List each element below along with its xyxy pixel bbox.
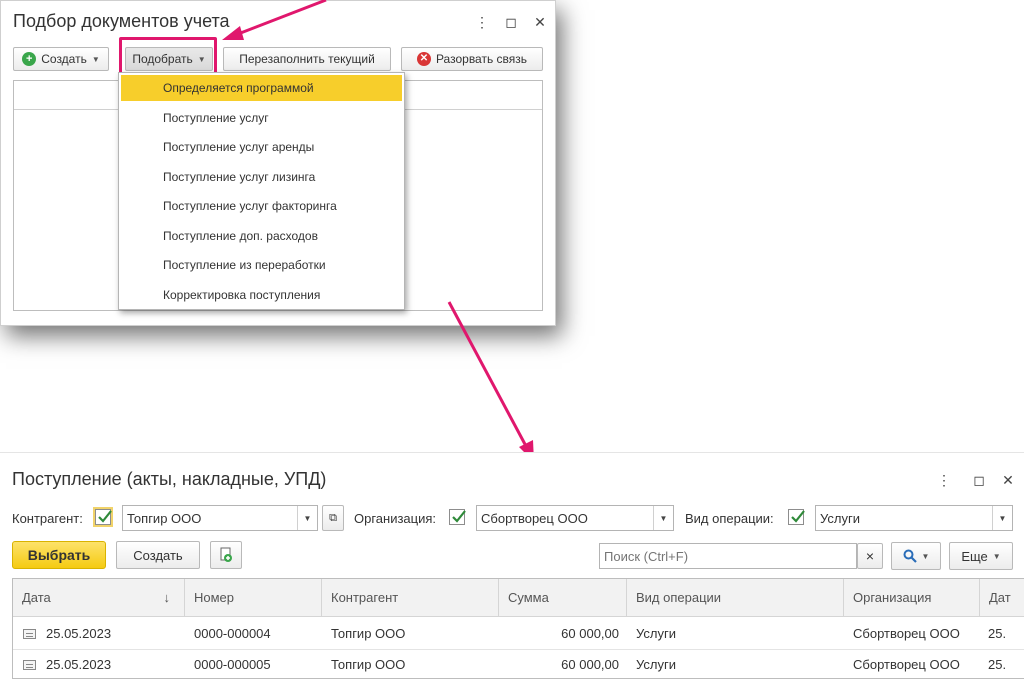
plus-icon: + (22, 52, 37, 66)
create-button[interactable]: + Создать ▼ (13, 47, 109, 71)
menu-item[interactable]: Корректировка поступления (121, 282, 402, 308)
cancel-icon: ✕ (416, 52, 431, 66)
window1-title: Подбор документов учета (13, 11, 230, 31)
operation-type-checkbox[interactable] (788, 509, 805, 525)
column-header-date[interactable]: Дата ↓ (13, 579, 185, 617)
operation-type-select[interactable]: Услуги ▼ (815, 505, 1013, 531)
receipts-table[interactable]: Дата ↓ Номер Контрагент Сумма Вид операц… (12, 578, 1024, 679)
organization-checkbox[interactable] (449, 509, 466, 525)
cell-date2[interactable]: 25. (988, 618, 1024, 649)
receipts-window: Поступление (акты, накладные, УПД) ⋮ ◻ ✕… (0, 452, 1024, 679)
maximize-icon[interactable]: ◻ (502, 13, 520, 31)
cell-organization[interactable]: Сбортворец ООО (853, 649, 980, 678)
cell-sum[interactable]: 60 000,00 (499, 649, 619, 678)
counterparty-value: Топгир ООО (127, 510, 202, 526)
menu-item[interactable]: Поступление услуг лизинга (121, 164, 402, 190)
table-row-date[interactable]: 25.05.2023 (23, 618, 183, 649)
column-header-date2[interactable]: Дат (980, 579, 1024, 617)
menu-item[interactable]: Поступление доп. расходов (121, 223, 402, 249)
check-icon (791, 510, 805, 523)
menu-item[interactable]: Поступление из переработки (121, 252, 402, 278)
copy-icon (220, 547, 232, 562)
unlink-button[interactable]: ✕ Разорвать связь (401, 47, 543, 71)
check-icon (452, 510, 466, 523)
pick-documents-window: Подбор документов учета ⋮ ◻ ✕ + Создать … (0, 0, 556, 326)
menu-item[interactable]: Поступление услуг факторинга (121, 193, 402, 219)
column-header-organization[interactable]: Организация (844, 579, 980, 617)
cell-operation[interactable]: Услуги (636, 618, 844, 649)
more-icon[interactable]: ⋮ (473, 13, 491, 31)
window2-title: Поступление (акты, накладные, УПД) (12, 469, 327, 489)
refill-current-button[interactable]: Перезаполнить текущий (223, 47, 391, 71)
cell-counterparty[interactable]: Топгир ООО (331, 649, 499, 678)
chevron-down-icon: ▼ (921, 551, 930, 561)
organization-label: Организация: (354, 511, 437, 526)
cell-date: 25.05.2023 (46, 626, 112, 641)
column-header-counterparty[interactable]: Контрагент (322, 579, 499, 617)
cell-date2[interactable]: 25. (988, 649, 1024, 678)
open-counterparty-button[interactable]: ⧉ (322, 505, 344, 531)
table-row-date[interactable]: 25.05.2023 (23, 649, 183, 678)
document-icon (23, 628, 36, 639)
chevron-down-icon: ▼ (992, 551, 1001, 561)
cell-number[interactable]: 0000-000005 (194, 649, 322, 678)
chevron-down-icon[interactable]: ▼ (297, 506, 317, 530)
copy-document-button[interactable] (210, 541, 242, 569)
check-icon (98, 510, 112, 523)
more-icon[interactable]: ⋮ (935, 471, 953, 489)
operation-type-value: Услуги (820, 510, 860, 526)
cell-counterparty[interactable]: Топгир ООО (331, 618, 499, 649)
unlink-button-label: Разорвать связь (435, 52, 528, 66)
create-button-label: Создать (41, 52, 87, 66)
create-button[interactable]: Создать (116, 541, 200, 569)
create-button-label: Создать (133, 547, 183, 563)
open-window-icon: ⧉ (329, 511, 337, 524)
organization-value: Сбортворец ООО (481, 510, 588, 526)
close-icon[interactable]: ✕ (999, 471, 1017, 489)
close-icon: × (865, 548, 875, 564)
operation-type-label: Вид операции: (685, 511, 774, 526)
more-button[interactable]: Еще ▼ (949, 542, 1013, 570)
organization-select[interactable]: Сбортворец ООО ▼ (476, 505, 674, 531)
counterparty-select[interactable]: Топгир ООО ▼ (122, 505, 318, 531)
menu-item[interactable]: Поступление услуг (121, 105, 402, 131)
maximize-icon[interactable]: ◻ (970, 471, 988, 489)
arrow-to-receipts-window (447, 301, 534, 462)
search-button[interactable]: ▼ (891, 542, 941, 570)
chevron-down-icon[interactable]: ▼ (653, 506, 673, 530)
cell-operation[interactable]: Услуги (636, 649, 844, 678)
search-icon (903, 549, 917, 563)
sort-arrow-icon: ↓ (163, 590, 171, 605)
clear-search-button[interactable]: × (857, 543, 883, 569)
chevron-down-icon[interactable]: ▼ (992, 506, 1012, 530)
menu-item[interactable]: Определяется программой (121, 75, 402, 101)
column-header-operation[interactable]: Вид операции (627, 579, 844, 617)
cell-organization[interactable]: Сбортворец ООО (853, 618, 980, 649)
select-button[interactable]: Выбрать (12, 541, 106, 569)
search-input[interactable] (599, 543, 857, 569)
more-button-label: Еще (961, 548, 988, 564)
close-icon[interactable]: ✕ (531, 13, 549, 31)
pick-dropdown-menu: Определяется программой Поступление услу… (118, 72, 405, 310)
cell-sum[interactable]: 60 000,00 (499, 618, 619, 649)
chevron-down-icon: ▼ (91, 54, 100, 64)
document-icon (23, 659, 36, 670)
menu-item[interactable]: Поступление услуг аренды (121, 134, 402, 160)
counterparty-label: Контрагент: (12, 511, 83, 526)
refill-current-label: Перезаполнить текущий (239, 52, 375, 66)
cell-date: 25.05.2023 (46, 657, 112, 672)
counterparty-checkbox[interactable] (95, 509, 112, 525)
column-header-label: Дата (22, 590, 51, 605)
column-header-number[interactable]: Номер (185, 579, 322, 617)
cell-number[interactable]: 0000-000004 (194, 618, 322, 649)
pick-button-highlight (119, 37, 217, 76)
column-header-sum[interactable]: Сумма (499, 579, 627, 617)
